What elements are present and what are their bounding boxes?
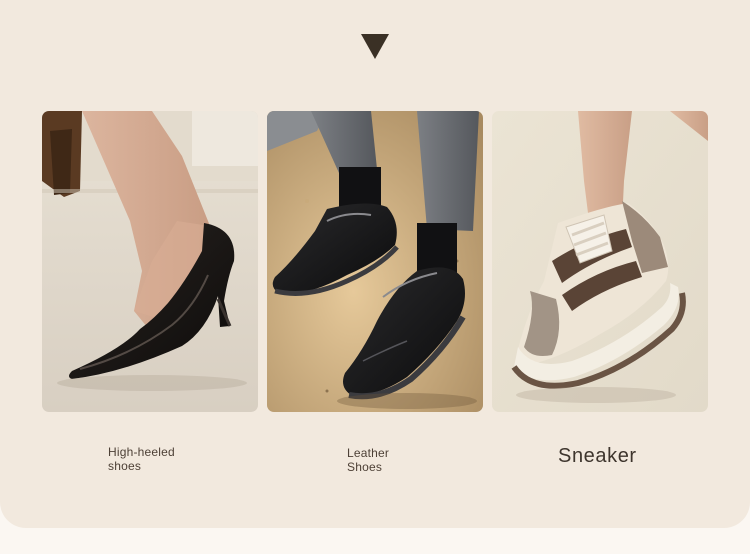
leather-shoes-label: Leather Shoes: [347, 446, 390, 474]
leather-shoes-card[interactable]: [267, 111, 483, 412]
category-panel: High-heeled shoes Leather Shoes Sneaker: [0, 0, 750, 528]
high-heel-label: High-heeled shoes: [108, 445, 175, 473]
high-heel-card[interactable]: [42, 111, 258, 412]
leather-shoes-image: [267, 111, 483, 412]
sneaker-image: [492, 111, 708, 412]
sneaker-card[interactable]: [492, 111, 708, 412]
triangle-down-icon: [361, 34, 389, 59]
sneaker-label: Sneaker: [558, 445, 637, 467]
high-heel-image: [42, 111, 258, 412]
